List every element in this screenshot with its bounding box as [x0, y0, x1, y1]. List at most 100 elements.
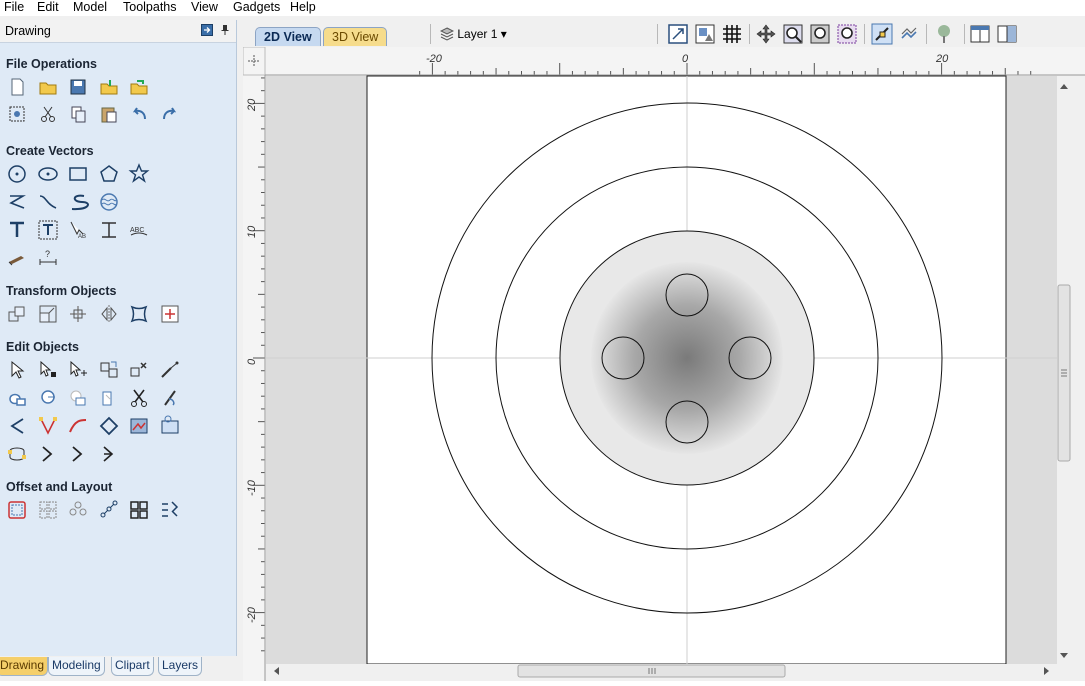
close-vector-icon[interactable] — [98, 415, 120, 437]
layer-dropdown[interactable]: Layer 1 ▾ — [439, 24, 507, 44]
circular-array-icon[interactable] — [67, 499, 89, 521]
trim-icon[interactable] — [67, 387, 89, 409]
menu-file[interactable]: File — [4, 0, 24, 16]
tab-clipart[interactable]: Clipart — [111, 657, 154, 676]
undo-icon[interactable] — [128, 103, 150, 125]
toolbar-separator — [749, 24, 750, 44]
open-file-icon[interactable] — [37, 76, 59, 98]
text-auto-layout-icon[interactable] — [98, 219, 120, 241]
offset-icon[interactable] — [6, 499, 28, 521]
panel-dock-icon[interactable] — [201, 24, 213, 36]
mirror-icon[interactable] — [98, 303, 120, 325]
tab-layers[interactable]: Layers — [158, 657, 203, 676]
pan-icon[interactable] — [755, 23, 777, 45]
zoom-extents-icon[interactable] — [667, 23, 689, 45]
menu-bar: File Edit Model Toolpaths View Gadgets H… — [0, 0, 1085, 16]
tree-icon[interactable] — [933, 23, 955, 45]
join-close-icon[interactable] — [37, 387, 59, 409]
text-box-icon[interactable] — [37, 219, 59, 241]
copy-icon[interactable] — [67, 103, 89, 125]
tab-drawing[interactable]: Drawing — [0, 657, 49, 676]
menu-toolpaths[interactable]: Toolpaths — [123, 0, 177, 16]
weld-icon[interactable] — [159, 359, 181, 381]
fillet-icon[interactable] — [98, 387, 120, 409]
menu-view[interactable]: View — [191, 0, 218, 16]
layout-grid-icon[interactable] — [128, 499, 150, 521]
ellipse-icon[interactable] — [37, 163, 59, 185]
scissors-icon[interactable] — [128, 387, 150, 409]
import-component-icon[interactable] — [128, 76, 150, 98]
menu-edit[interactable]: Edit — [37, 0, 59, 16]
group-icon[interactable] — [98, 359, 120, 381]
redo-icon[interactable] — [159, 103, 181, 125]
bitmap-trace-icon[interactable] — [128, 415, 150, 437]
tab-3d-view[interactable]: 3D View — [323, 27, 388, 46]
curve-fit-icon[interactable] — [67, 415, 89, 437]
snap-icon[interactable] — [871, 23, 893, 45]
new-file-icon[interactable] — [6, 76, 28, 98]
node-edit-icon[interactable] — [37, 359, 59, 381]
zoom-box-icon[interactable] — [782, 23, 804, 45]
paste-icon[interactable] — [98, 103, 120, 125]
cut-icon[interactable] — [37, 103, 59, 125]
array-icon[interactable] — [37, 499, 59, 521]
split-view-icon[interactable] — [996, 23, 1018, 45]
tab-layers-label: Layers — [162, 658, 199, 672]
knife-icon[interactable] — [159, 387, 181, 409]
ruler-label-v: -10 — [246, 479, 258, 496]
section-title: File Operations — [6, 57, 97, 71]
drawing-canvas[interactable]: -20 0 20 20 10 0 -10 -20 — [242, 46, 1085, 681]
menu-model[interactable]: Model — [73, 0, 107, 16]
zoom-selection-icon[interactable] — [836, 23, 858, 45]
polygon-icon[interactable] — [98, 163, 120, 185]
auto-space-icon[interactable] — [159, 499, 181, 521]
polyline-icon[interactable] — [6, 191, 28, 213]
join-icon[interactable] — [6, 387, 28, 409]
wave-icon[interactable] — [98, 191, 120, 213]
ruler-label-h: 0 — [682, 53, 689, 65]
toolbar-separator — [964, 24, 965, 44]
ruler-label-h: -20 — [426, 53, 443, 65]
group-select-icon[interactable] — [6, 103, 28, 125]
section-title: Create Vectors — [6, 144, 94, 158]
distort-icon[interactable] — [128, 303, 150, 325]
move-icon[interactable] — [6, 303, 28, 325]
ungroup-icon[interactable] — [128, 359, 150, 381]
node-point-icon[interactable] — [37, 415, 59, 437]
import-vectors-icon[interactable] — [98, 76, 120, 98]
smooth-icon[interactable] — [6, 415, 28, 437]
node-arrow2-icon[interactable] — [67, 443, 89, 465]
view-toolbar: 2D View 3D View Layer 1 ▾ — [243, 20, 1085, 47]
curve-icon[interactable] — [37, 191, 59, 213]
save-file-icon[interactable] — [67, 76, 89, 98]
transform-select-icon[interactable] — [67, 359, 89, 381]
s-curve-icon[interactable] — [67, 191, 89, 213]
zoom-out-icon[interactable] — [809, 23, 831, 45]
node-arrow3-icon[interactable] — [98, 443, 120, 465]
text-arc-icon[interactable]: ABC — [128, 219, 150, 241]
align-icon[interactable] — [159, 303, 181, 325]
circle-icon[interactable] — [6, 163, 28, 185]
star-icon[interactable] — [128, 163, 150, 185]
select-icon[interactable] — [6, 359, 28, 381]
material-view-icon[interactable] — [694, 23, 716, 45]
tab-modeling[interactable]: Modeling — [48, 657, 105, 676]
node-arrow-icon[interactable] — [37, 443, 59, 465]
menu-gadgets[interactable]: Gadgets — [233, 0, 280, 16]
dimension-icon[interactable] — [6, 247, 28, 269]
layout-panels-icon[interactable] — [969, 23, 991, 45]
scale-icon[interactable] — [37, 303, 59, 325]
offset-node-icon[interactable] — [6, 443, 28, 465]
tab-2d-view[interactable]: 2D View — [255, 27, 321, 46]
grid-icon[interactable] — [721, 23, 743, 45]
text-icon[interactable] — [6, 219, 28, 241]
rotate-icon[interactable] — [67, 303, 89, 325]
rectangle-icon[interactable] — [67, 163, 89, 185]
image-icon[interactable] — [159, 415, 181, 437]
nest-icon[interactable] — [98, 499, 120, 521]
measure-icon[interactable]: ? — [37, 247, 59, 269]
menu-help[interactable]: Help — [290, 0, 316, 16]
text-on-curve-icon[interactable]: AB — [67, 219, 89, 241]
panel-pin-icon[interactable] — [219, 24, 231, 36]
draw-vectors-icon[interactable] — [898, 23, 920, 45]
